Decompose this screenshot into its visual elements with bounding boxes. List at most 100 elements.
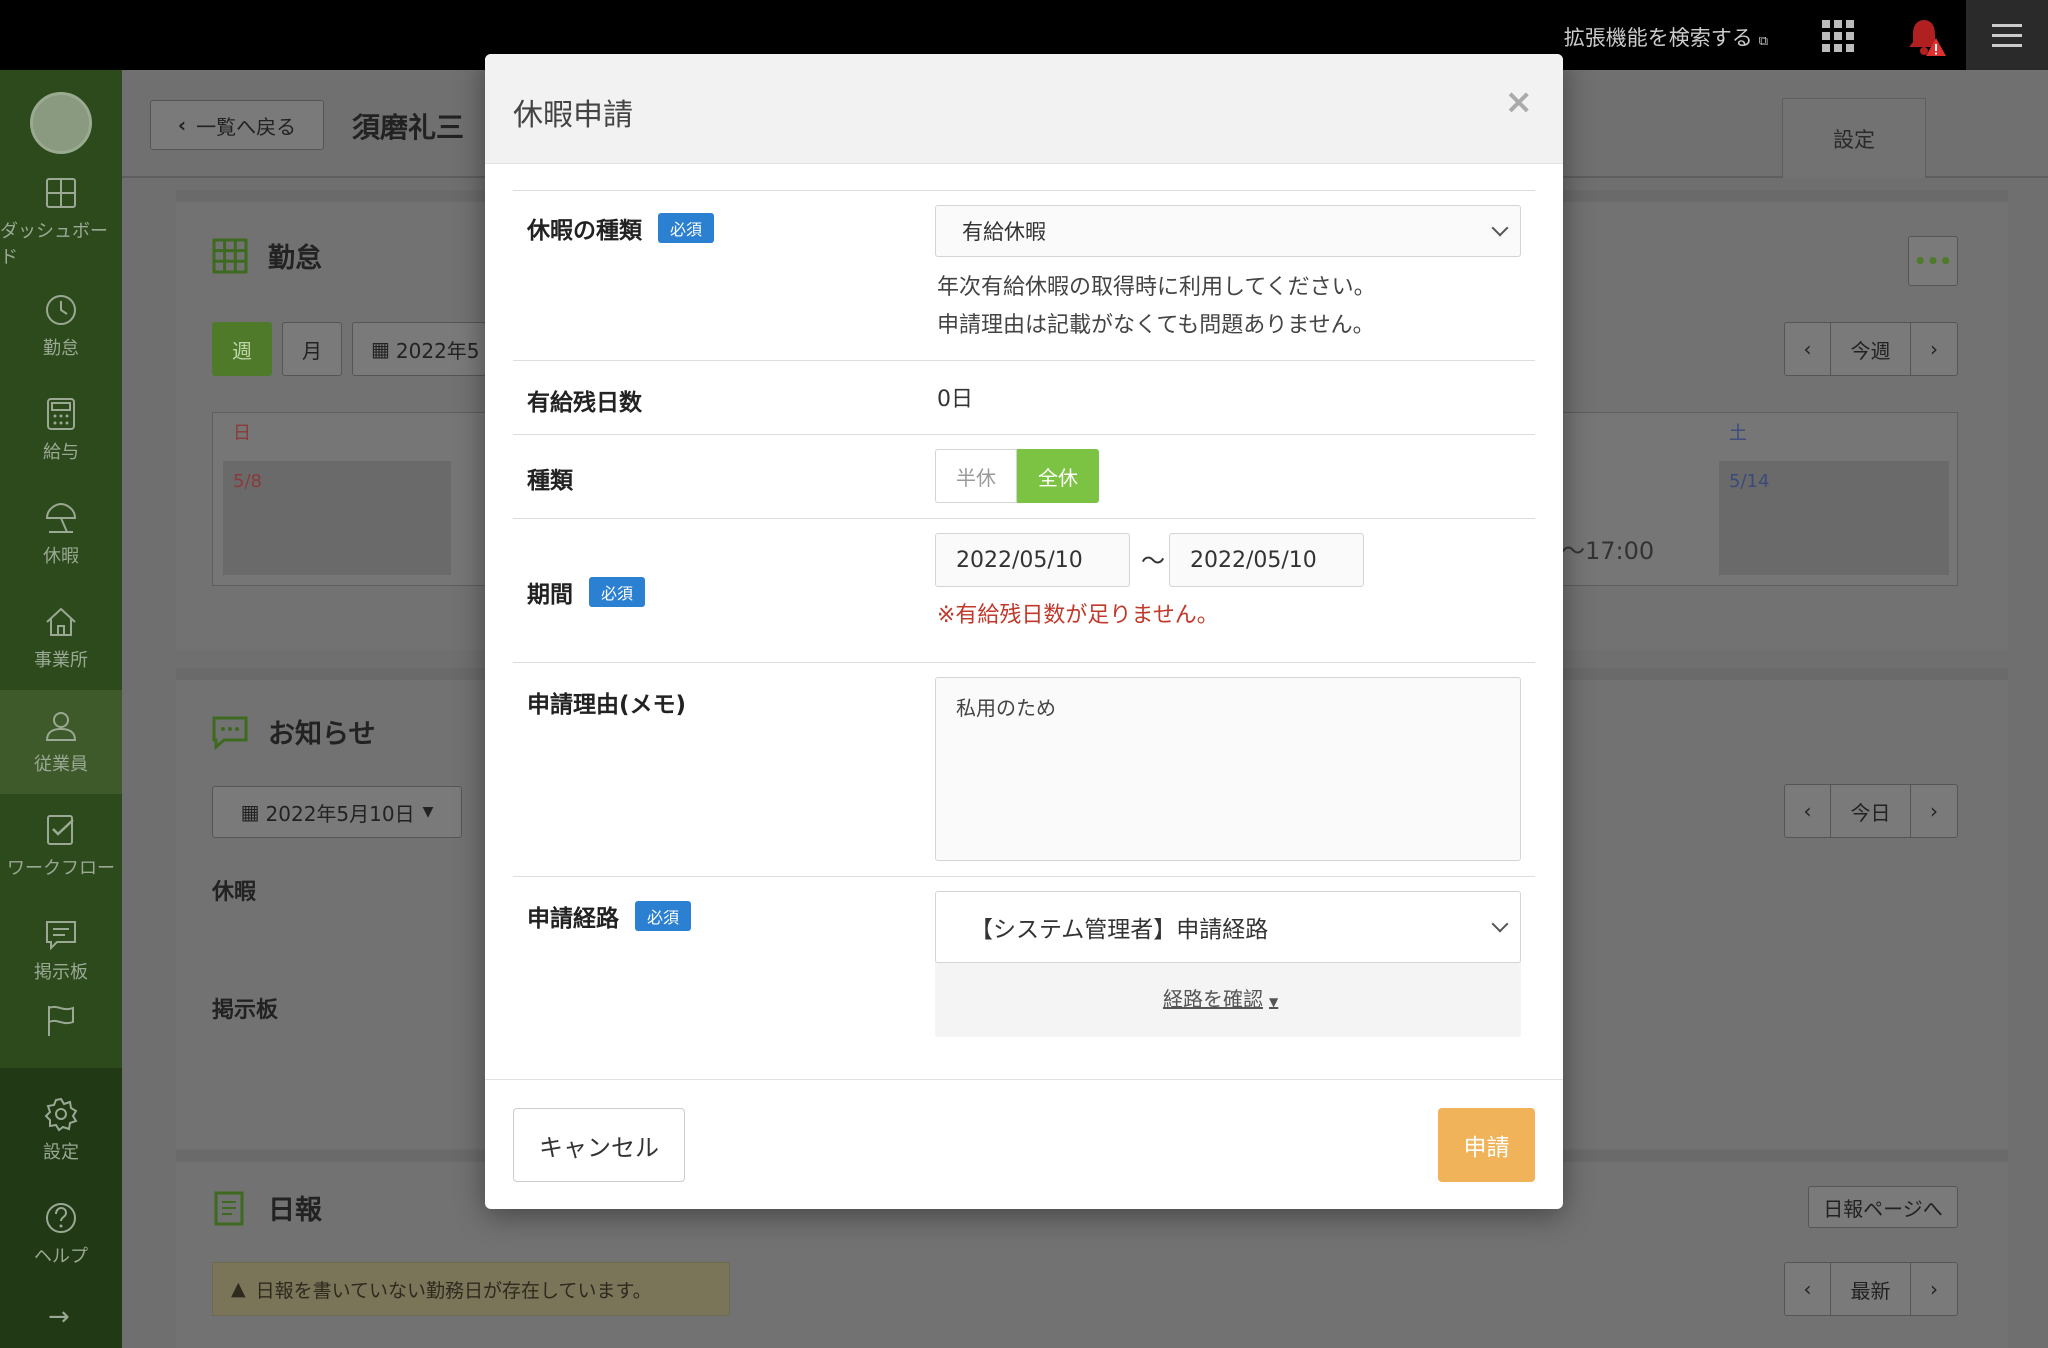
notice-nav: ‹ 今日 › <box>1784 784 1958 838</box>
remaining-days-value: 0日 <box>937 387 973 412</box>
required-badge: 必須 <box>658 213 715 243</box>
leave-request-modal: 休暇申請 × 休暇の種類 必須 有給休暇 年次有給休暇の取得時に利用してください… <box>485 54 1563 1209</box>
date-separator: 〜 <box>1141 547 1165 575</box>
settings-tab[interactable]: 設定 <box>1782 98 1926 178</box>
calculator-icon <box>47 398 75 430</box>
period-error: ※有給残日数が足りません。 <box>937 603 1219 628</box>
required-badge: 必須 <box>589 577 646 607</box>
period-row: 期間 必須 2022/05/10 〜 2022/05/10 ※有給残日数が足りま… <box>513 518 1535 662</box>
calendar-icon: ▦ <box>240 800 260 824</box>
next-report-button[interactable]: › <box>1911 1263 1957 1315</box>
leave-type-label: 休暇の種類 必須 <box>527 211 715 245</box>
attendance-title: 勤怠 <box>212 236 322 275</box>
help-icon <box>46 1203 76 1233</box>
today-button[interactable]: 今日 <box>1831 785 1911 837</box>
leave-type-row: 休暇の種類 必須 有給休暇 年次有給休暇の取得時に利用してください。 申請理由は… <box>513 190 1535 360</box>
search-extensions-link[interactable]: 拡張機能を検索する ⧉ <box>1564 22 1768 52</box>
memo-textarea[interactable]: 私用のため <box>935 677 1521 861</box>
day-header-sat: 土 <box>1729 423 1747 444</box>
next-day-button[interactable]: › <box>1911 785 1957 837</box>
date-picker-button[interactable]: ▦ 2022年5 <box>352 322 486 376</box>
route-row: 申請経路 必須 【システム管理者】申請経路 経路を確認 ▼ <box>513 876 1535 1056</box>
more-options-button[interactable]: ••• <box>1908 236 1958 286</box>
notice-leave-label: 休暇 <box>212 880 257 905</box>
month-view-button[interactable]: 月 <box>282 322 342 376</box>
umbrella-icon <box>45 502 77 533</box>
notification-bell-icon[interactable] <box>1904 14 1948 58</box>
daily-report-page-link[interactable]: 日報ページへ <box>1808 1186 1958 1228</box>
modal-footer: キャンセル 申請 <box>485 1079 1563 1209</box>
flag-icon <box>48 1005 74 1036</box>
prev-day-button[interactable]: ‹ <box>1785 785 1831 837</box>
latest-button[interactable]: 最新 <box>1831 1263 1911 1315</box>
memo-row: 申請理由(メモ) 私用のため <box>513 662 1535 876</box>
full-day-option[interactable]: 全休 <box>1017 449 1099 503</box>
required-badge: 必須 <box>635 901 692 931</box>
date-sun: 5/8 <box>233 471 262 492</box>
sidebar-item-payroll[interactable]: 給与 <box>0 378 122 482</box>
next-week-button[interactable]: › <box>1911 323 1957 375</box>
sidebar-item-dashboard[interactable]: ダッシュボード <box>0 170 122 274</box>
gear-icon <box>44 1097 78 1132</box>
prev-week-button[interactable]: ‹ <box>1785 323 1831 375</box>
sidebar-expand-icon[interactable]: → <box>48 1302 70 1332</box>
sidebar-item-office[interactable]: 事業所 <box>0 586 122 690</box>
notice-title: お知らせ <box>212 712 375 751</box>
checklist-icon <box>47 815 74 845</box>
sidebar-item-settings[interactable]: 設定 <box>0 1078 122 1182</box>
kind-label: 種類 <box>527 468 573 494</box>
chat-icon <box>46 921 76 951</box>
sidebar-item-help[interactable]: ヘルプ <box>0 1182 122 1286</box>
work-time: ～17:00 <box>1561 537 1655 565</box>
daily-report-warning: ▲ 日報を書いていない勤務日が存在しています。 <box>212 1262 730 1316</box>
employee-name: 須磨礼三 <box>352 111 465 144</box>
external-link-icon: ⧉ <box>1758 34 1768 49</box>
modal-title: 休暇申請 <box>513 98 633 133</box>
sidebar-item-attendance[interactable]: 勤怠 <box>0 274 122 378</box>
week-view-button[interactable]: 週 <box>212 322 272 376</box>
confirm-route-link[interactable]: 経路を確認 ▼ <box>1163 983 1278 1012</box>
notepad-icon <box>214 1191 244 1225</box>
back-to-list-button[interactable]: ‹ 一覧へ戻る <box>150 100 324 150</box>
modal-header: 休暇申請 × <box>485 54 1563 164</box>
date-sat: 5/14 <box>1729 471 1770 492</box>
notice-date-picker[interactable]: ▦ 2022年5月10日 ▼ <box>212 786 462 838</box>
chevron-down-icon <box>1491 915 1509 933</box>
sidebar-item-workflow[interactable]: ワークフロー <box>0 794 122 898</box>
start-date-input[interactable]: 2022/05/10 <box>935 533 1130 587</box>
this-week-button[interactable]: 今週 <box>1831 323 1911 375</box>
apps-grid-icon[interactable] <box>1822 20 1854 52</box>
sidebar-item-employees[interactable]: 従業員 <box>0 690 122 794</box>
route-select[interactable]: 【システム管理者】申請経路 <box>935 891 1521 963</box>
calendar-cell-sat[interactable]: 5/14 <box>1719 461 1949 575</box>
home-icon <box>46 607 76 636</box>
memo-label: 申請理由(メモ) <box>527 692 687 718</box>
day-header-sun: 日 <box>233 423 251 444</box>
hamburger-menu-icon[interactable] <box>1966 0 2048 70</box>
half-day-option[interactable]: 半休 <box>935 449 1017 503</box>
sidebar-item-board[interactable]: 掲示板 <box>0 898 122 1002</box>
cancel-button[interactable]: キャンセル <box>513 1108 685 1182</box>
leave-type-select[interactable]: 有給休暇 <box>935 205 1521 257</box>
week-nav: ‹ 今週 › <box>1784 322 1958 376</box>
sidebar-item-leave[interactable]: 休暇 <box>0 482 122 586</box>
end-date-input[interactable]: 2022/05/10 <box>1169 533 1364 587</box>
calendar-icon: ▦ <box>371 337 390 361</box>
dashboard-icon <box>46 178 76 208</box>
daily-report-title: 日報 <box>212 1188 322 1227</box>
prev-report-button[interactable]: ‹ <box>1785 1263 1831 1315</box>
close-icon[interactable]: × <box>1505 82 1534 122</box>
chevron-down-icon <box>1491 219 1509 237</box>
chevron-left-icon: ‹ <box>177 113 187 137</box>
sidebar-item-flag[interactable] <box>0 1002 122 1066</box>
person-icon <box>45 712 77 741</box>
warning-icon: ▲ <box>231 1278 246 1300</box>
avatar[interactable] <box>30 92 92 154</box>
route-label: 申請経路 必須 <box>527 899 692 933</box>
calendar-cell-sun[interactable]: 5/8 <box>223 461 451 575</box>
remaining-days-label: 有給残日数 <box>527 390 642 416</box>
notice-board-label: 掲示板 <box>212 998 279 1023</box>
submit-button[interactable]: 申請 <box>1438 1108 1535 1182</box>
daily-nav: ‹ 最新 › <box>1784 1262 1958 1316</box>
kind-toggle: 半休 全休 <box>935 449 1099 503</box>
